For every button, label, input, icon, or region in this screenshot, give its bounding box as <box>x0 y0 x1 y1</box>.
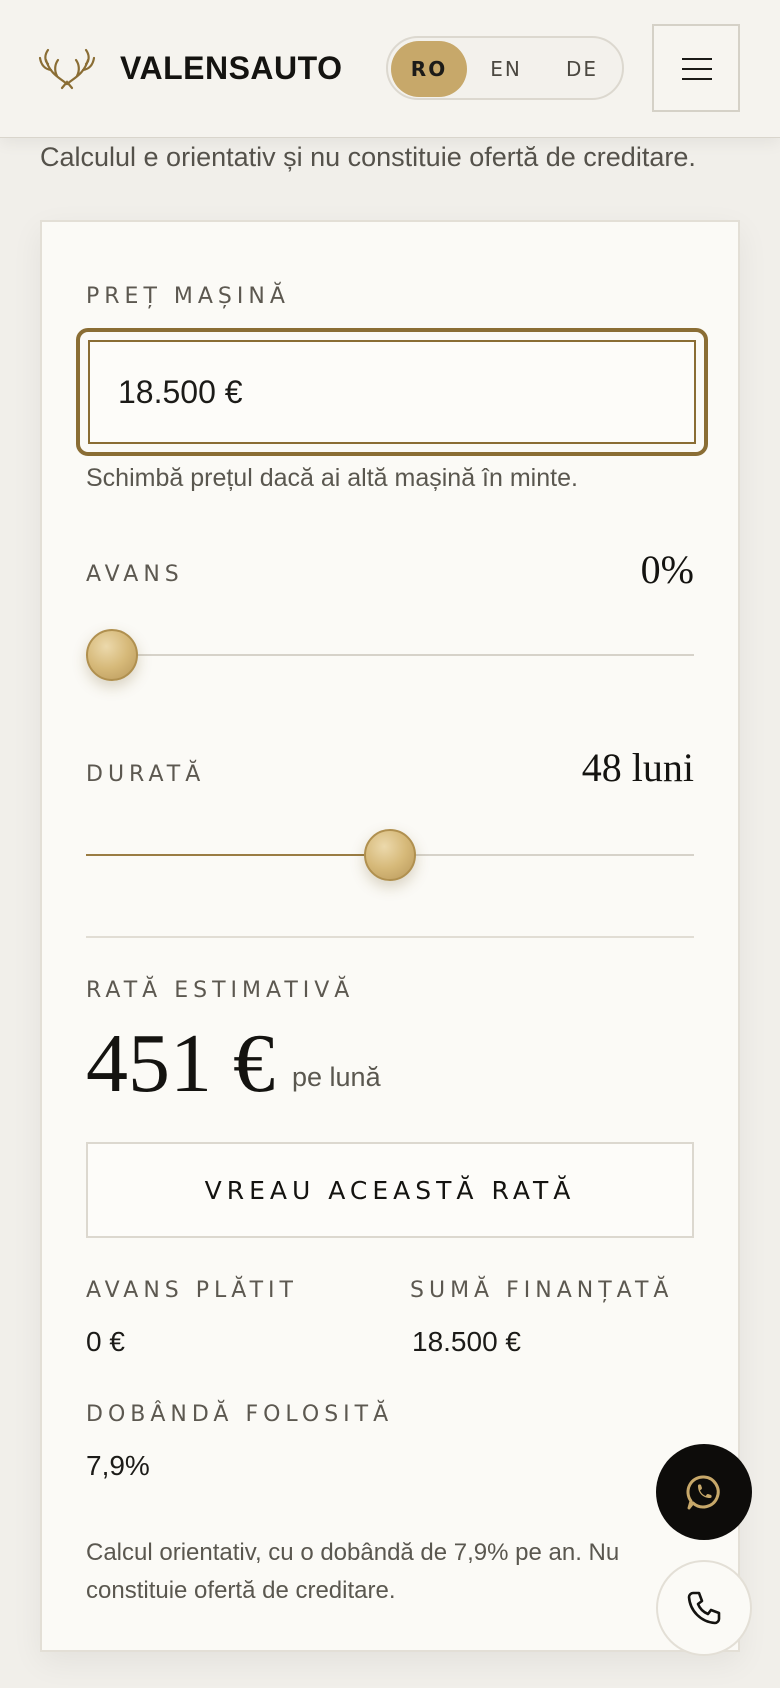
brand-name[interactable]: VALENSAUTO <box>120 50 343 87</box>
calculator-footnote: Calcul orientativ, cu o dobândă de 7,9% … <box>86 1539 620 1604</box>
price-input-focus-ring <box>76 328 708 456</box>
price-hint: Schimbă prețul dacă ai altă mașină în mi… <box>86 464 578 492</box>
monthly-rate-unit: pe lună <box>292 1062 381 1092</box>
down-payment-slider-thumb[interactable] <box>86 629 138 681</box>
intro-note: Calculul e orientativ și nu constituie o… <box>40 142 696 172</box>
stat-label-interest: DOBÂNDĂ FOLOSITĂ <box>86 1402 394 1427</box>
whatsapp-button[interactable] <box>656 1444 752 1540</box>
duration-slider-fill <box>86 854 390 856</box>
duration-label: DURATĂ <box>86 762 206 787</box>
duration-value: 48 luni <box>581 745 694 790</box>
price-label: PREȚ MAȘINĂ <box>86 284 290 309</box>
phone-button[interactable] <box>656 1560 752 1656</box>
antlers-logo-icon[interactable] <box>38 44 96 90</box>
rate-label: RATĂ ESTIMATIVĂ <box>86 978 355 1003</box>
section-divider <box>86 936 694 938</box>
duration-slider-thumb[interactable] <box>364 829 416 881</box>
down-payment-label: AVANS <box>86 562 184 587</box>
finance-calculator-card: PREȚ MAȘINĂ Schimbă prețul dacă ai altă … <box>40 220 740 1652</box>
site-header: VALENSAUTO RO EN DE <box>0 0 780 138</box>
language-switcher: RO EN DE <box>386 36 624 100</box>
lang-ro-button[interactable]: RO <box>391 41 467 97</box>
stat-value-financed: 18.500 € <box>412 1326 521 1357</box>
lang-en-button[interactable]: EN <box>468 41 544 97</box>
stat-label-financed: SUMĂ FINANȚATĂ <box>410 1278 674 1303</box>
menu-button[interactable] <box>652 24 740 112</box>
phone-icon <box>687 1591 721 1625</box>
want-this-rate-button[interactable]: VREAU ACEASTĂ RATĂ <box>86 1142 694 1238</box>
monthly-rate-value: 451 € <box>86 1017 275 1110</box>
price-input[interactable] <box>88 340 696 444</box>
lang-de-button[interactable]: DE <box>544 41 620 97</box>
whatsapp-icon <box>686 1475 720 1510</box>
down-payment-slider-track[interactable] <box>86 654 694 656</box>
stat-value-down-paid: 0 € <box>86 1326 125 1357</box>
stat-label-down-paid: AVANS PLĂTIT <box>86 1278 298 1303</box>
down-payment-value: 0% <box>640 547 694 592</box>
stat-value-interest: 7,9% <box>86 1450 150 1481</box>
